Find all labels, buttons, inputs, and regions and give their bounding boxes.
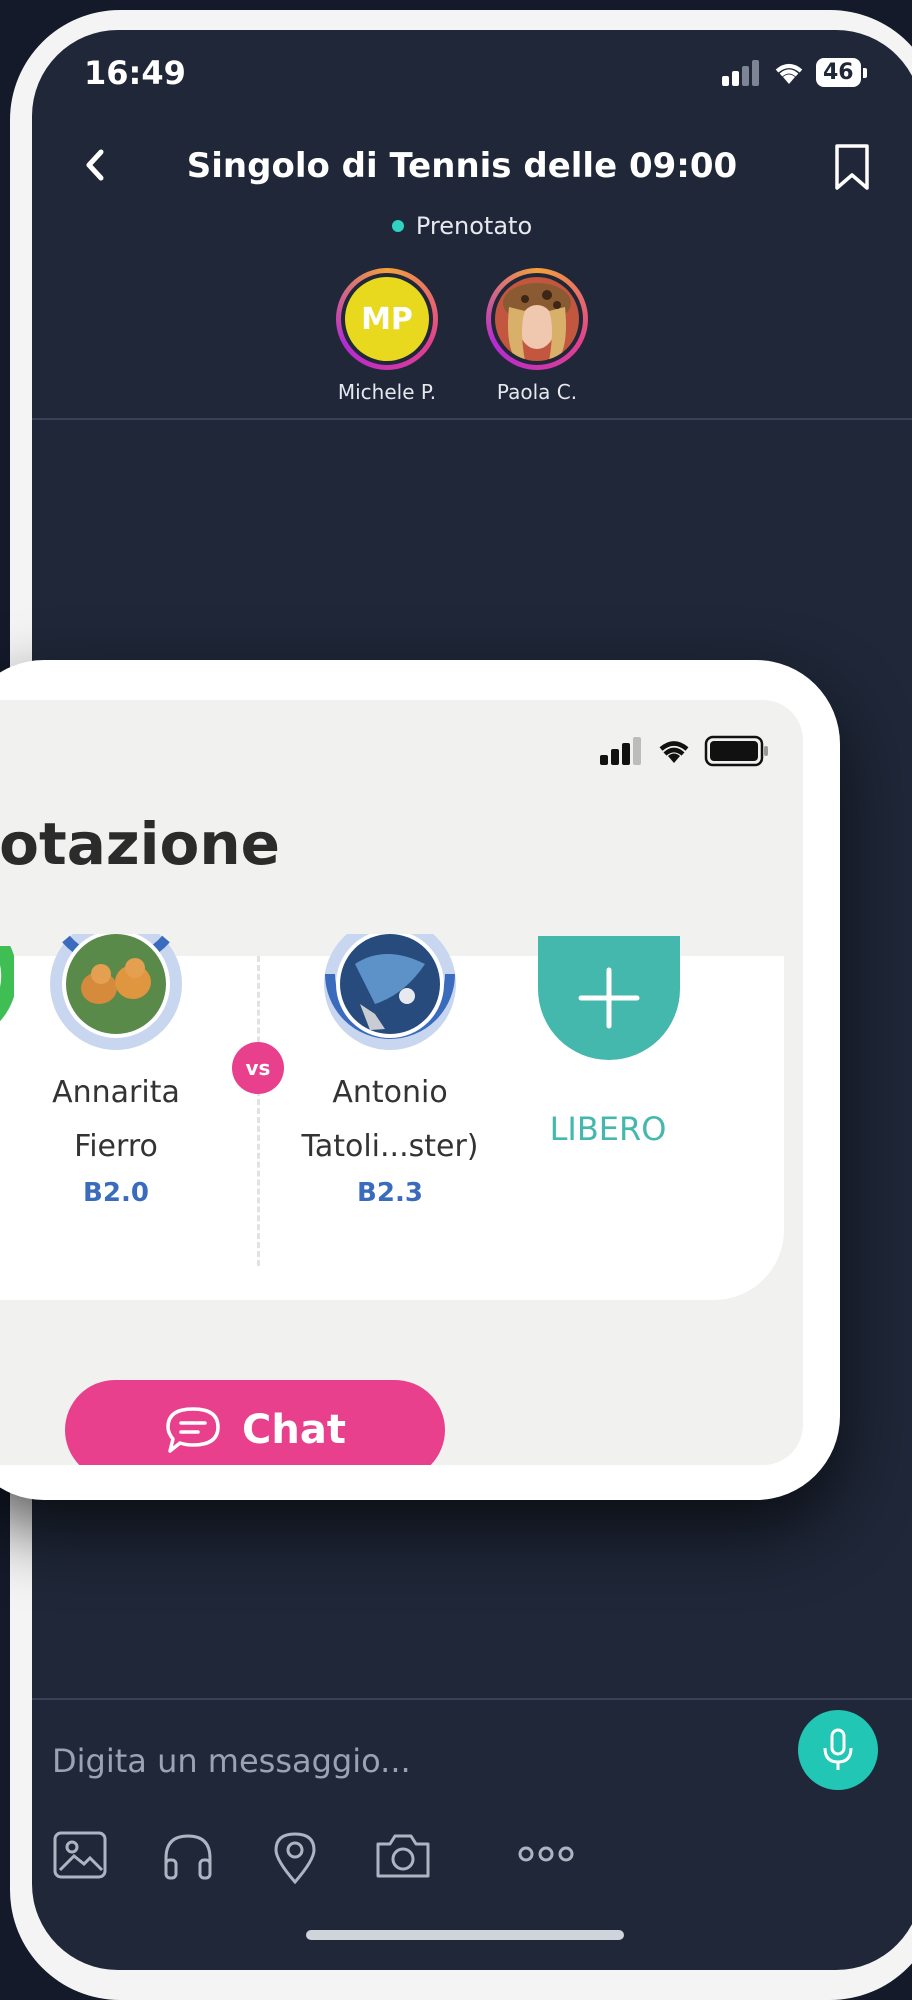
status-dot [391,220,404,232]
player-avatar [315,934,465,1058]
headphones-icon [164,1834,212,1880]
home-indicator [306,1930,624,1940]
avatar: MP [345,277,429,361]
bookmark-button[interactable] [832,142,872,196]
player-first-name: Antonio [332,1075,448,1110]
signal-icon [600,737,641,765]
overlay-heading-wrap: enotazione [0,810,280,890]
player-last-name: Tatoli...ster) [301,1129,479,1164]
avatar [495,277,579,361]
wifi-icon [659,741,689,763]
overlay-card-content: enotazione vs [0,700,803,1465]
participant-michele[interactable]: MP Michele P. [332,268,442,404]
players-panel: vs Annarita Fierro B2.0 Antonio Tatoli..… [0,934,784,1300]
camera-icon [376,1834,430,1878]
free-slot-label: LIBERO [549,1110,667,1148]
location-pin-icon [274,1832,316,1885]
image-icon [53,1831,107,1879]
player-avatar [41,934,191,1058]
bookmark-icon [835,144,869,190]
player-first-name: Annarita [52,1075,180,1110]
status-icons: 46 [722,58,867,87]
player-antonio[interactable]: Antonio Tatoli...ster) B2.3 [290,934,490,1208]
message-input[interactable]: Digita un messaggio... [52,1742,411,1780]
gallery-button[interactable] [52,1830,108,1880]
avatar-ring-inner [491,273,583,365]
avatar-ring-inner: MP [341,273,433,365]
avatar-ring [486,268,588,370]
participants-row: MP Michele P. Paola C. [32,268,892,404]
chat-bubble-icon [166,1407,220,1453]
player-last-name: Fierro [74,1129,158,1164]
mic-button[interactable] [798,1710,878,1790]
chat-button-label: Chat [242,1407,346,1453]
location-button[interactable] [272,1830,318,1886]
player-level: B2.3 [357,1178,423,1208]
header-divider [32,418,912,420]
add-player-button[interactable] [538,936,680,1060]
audio-button[interactable] [160,1830,216,1882]
battery-level: 46 [816,58,861,87]
battery-nub [862,67,867,78]
vs-badge: vs [232,1042,284,1094]
chat-button[interactable]: Chat [65,1380,445,1465]
more-button[interactable] [518,1845,574,1863]
composer-divider [32,1698,912,1700]
signal-icon [722,59,759,86]
status-time: 16:49 [84,54,186,92]
overlay-status-icons [600,735,770,767]
avatar-ring: MP [336,268,438,370]
status-label: Prenotato [415,212,533,240]
participant-name: Paola C. [496,380,578,404]
team-separator [257,956,260,1266]
overlay-heading: enotazione [0,810,280,878]
more-dots-icon [518,1846,574,1862]
microphone-icon [823,1728,853,1770]
participant-paola[interactable]: Paola C. [482,268,592,404]
camera-button[interactable] [374,1830,432,1880]
overlay-card: enotazione vs [0,660,840,1500]
player-annarita[interactable]: Annarita Fierro B2.0 [16,934,216,1208]
wifi-icon [775,63,803,84]
page-title: Singolo di Tennis delle 09:00 [186,146,738,186]
player-level: B2.0 [83,1178,149,1208]
player-avatar-partial [0,946,14,1022]
participant-name: Michele P. [337,380,437,404]
battery-icon [704,735,768,767]
booking-status: Prenotato [32,212,892,240]
plus-icon [578,967,640,1029]
